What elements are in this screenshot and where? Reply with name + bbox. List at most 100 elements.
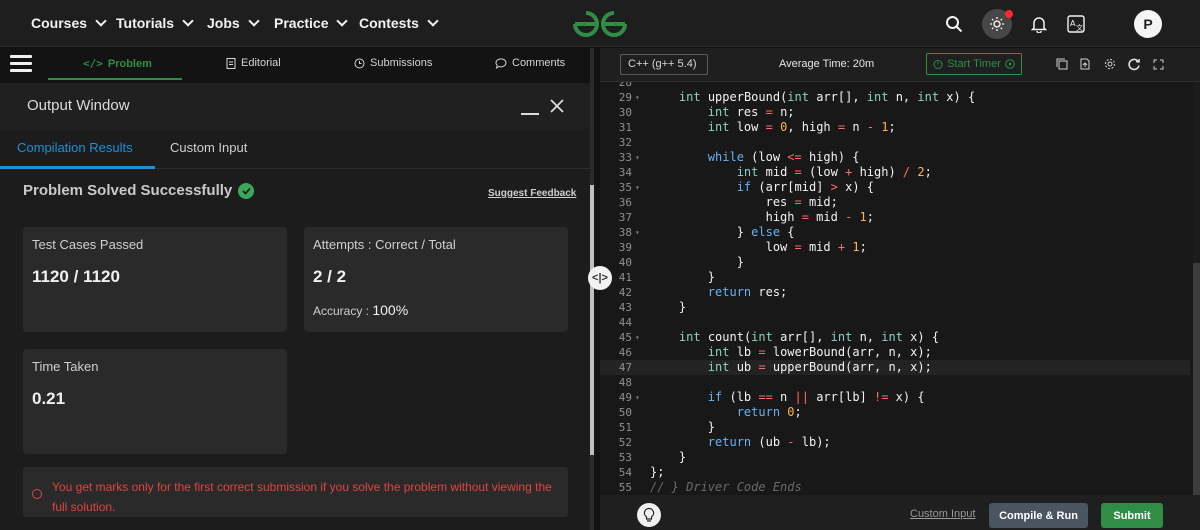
code-line[interactable]: 37 high = mid - 1;: [600, 210, 1190, 225]
test-cases-value: 1120 / 1120: [32, 267, 120, 286]
translate-icon[interactable]: A文: [1063, 11, 1089, 37]
code-line[interactable]: 52 return (ub - lb);: [600, 435, 1190, 450]
code-line[interactable]: 54};: [600, 465, 1190, 480]
code-text: }: [650, 270, 716, 284]
code-line[interactable]: 47 int ub = upperBound(arr, n, x);: [600, 360, 1190, 375]
chevron-down-icon: [427, 15, 439, 27]
fold-arrow-icon[interactable]: ▾: [635, 330, 640, 345]
code-text: };: [650, 465, 665, 479]
line-number: 53: [618, 451, 632, 464]
lightbulb-icon[interactable]: [637, 503, 661, 527]
code-line[interactable]: 35 ▾ if (arr[mid] > x) {: [600, 180, 1190, 195]
close-icon[interactable]: [548, 97, 566, 115]
top-navigation: Courses Tutorials Jobs Practice Contests…: [0, 0, 1200, 47]
code-line[interactable]: 30 int res = n;: [600, 105, 1190, 120]
nav-courses[interactable]: Courses: [31, 15, 107, 31]
code-line[interactable]: 31 int low = 0, high = n - 1;: [600, 120, 1190, 135]
code-line[interactable]: 41 }: [600, 270, 1190, 285]
tab-custom-input[interactable]: Custom Input: [170, 140, 247, 155]
fold-arrow-icon[interactable]: ▾: [635, 150, 640, 165]
attempts-card: Attempts : Correct / Total 2 / 2 Accurac…: [304, 227, 568, 332]
code-line[interactable]: 53 }: [600, 450, 1190, 465]
fold-arrow-icon[interactable]: ▾: [635, 180, 640, 195]
nav-tutorials[interactable]: Tutorials: [116, 15, 194, 31]
code-line[interactable]: 51 }: [600, 420, 1190, 435]
code-line[interactable]: 38 ▾ } else {: [600, 225, 1190, 240]
tab-submissions[interactable]: Submissions: [354, 57, 432, 69]
editor-toolbar: C++ (g++ 5.4) Average Time: 20m Start Ti…: [600, 48, 1200, 82]
nav-jobs-label: Jobs: [207, 15, 240, 31]
copy-icon[interactable]: [1055, 57, 1069, 71]
menu-icon[interactable]: [10, 55, 32, 73]
custom-input-link[interactable]: Custom Input: [910, 508, 975, 520]
code-line[interactable]: 39 low = mid + 1;: [600, 240, 1190, 255]
code-line[interactable]: 50 return 0;: [600, 405, 1190, 420]
suggest-feedback-link[interactable]: Suggest Feedback: [488, 188, 576, 199]
fullscreen-icon[interactable]: [1151, 57, 1165, 71]
tab-editorial-label: Editorial: [241, 57, 281, 69]
minimize-icon[interactable]: [521, 113, 539, 115]
submit-button[interactable]: Submit: [1101, 503, 1163, 528]
code-text: }: [650, 300, 687, 314]
code-line[interactable]: 48: [600, 375, 1190, 390]
code-line[interactable]: 33 ▾ while (low <= high) {: [600, 150, 1190, 165]
document-icon: [226, 57, 236, 69]
code-text: int mid = (low + high) / 2;: [736, 165, 932, 179]
tab-compilation-results[interactable]: Compilation Results: [17, 140, 133, 155]
tab-editorial[interactable]: Editorial: [226, 57, 281, 69]
code-line[interactable]: 44: [600, 315, 1190, 330]
chevron-down-icon: [336, 15, 349, 27]
upload-icon[interactable]: [1078, 57, 1092, 71]
reset-icon[interactable]: [1127, 57, 1141, 71]
language-select[interactable]: C++ (g++ 5.4): [620, 54, 708, 75]
code-line[interactable]: 55 // } Driver Code Ends: [600, 480, 1190, 495]
tab-problem[interactable]: </> Problem: [83, 57, 152, 70]
code-line[interactable]: 40 }: [600, 255, 1190, 270]
code-text: int low = 0, high = n - 1;: [707, 120, 896, 134]
code-line[interactable]: 45 ▾ int count(int arr[], int n, int x) {: [600, 330, 1190, 345]
attempts-label: Attempts : Correct / Total: [313, 237, 456, 252]
code-line[interactable]: 29 ▾ int upperBound(int arr[], int n, int…: [600, 90, 1190, 105]
nav-jobs[interactable]: Jobs: [207, 15, 260, 31]
code-text: res = mid;: [650, 195, 838, 209]
output-window-header: Output Window: [0, 83, 590, 129]
code-line[interactable]: 42 return res;: [600, 285, 1190, 300]
nav-practice-label: Practice: [274, 15, 329, 31]
output-scrollbar-thumb[interactable]: [590, 185, 594, 455]
avatar[interactable]: P: [1134, 10, 1162, 38]
average-time: Average Time: 20m: [779, 58, 875, 70]
avatar-initial: P: [1143, 16, 1153, 32]
theme-toggle-button[interactable]: [982, 9, 1013, 39]
check-circle-icon: [238, 182, 255, 199]
code-editor[interactable]: 28 29 ▾ int upperBound(int arr[], int n, i…: [600, 82, 1200, 495]
start-timer-button[interactable]: Start Timer: [926, 53, 1022, 75]
output-window-title: Output Window: [27, 97, 130, 114]
code-line[interactable]: 43 }: [600, 300, 1190, 315]
code-text: }: [650, 450, 687, 464]
editor-scrollbar-thumb[interactable]: [1193, 263, 1200, 495]
fold-arrow-icon[interactable]: ▾: [635, 90, 640, 105]
fold-arrow-icon[interactable]: ▾: [635, 390, 640, 405]
code-line[interactable]: 28: [600, 82, 1190, 90]
bell-icon[interactable]: [1026, 11, 1052, 37]
line-number: 35: [618, 181, 632, 194]
comment-icon: [495, 57, 507, 69]
code-line[interactable]: 36 res = mid;: [600, 195, 1190, 210]
time-taken-label: Time Taken: [32, 359, 99, 374]
nav-practice[interactable]: Practice: [274, 15, 349, 31]
settings-icon[interactable]: [1103, 57, 1117, 71]
gfg-logo[interactable]: [571, 8, 629, 40]
tab-comments[interactable]: Comments: [495, 57, 565, 69]
fold-arrow-icon[interactable]: ▾: [635, 225, 640, 240]
code-line[interactable]: 46 int lb = lowerBound(arr, n, x);: [600, 345, 1190, 360]
code-line[interactable]: 34 int mid = (low + high) / 2;: [600, 165, 1190, 180]
search-icon[interactable]: [941, 11, 967, 37]
resize-handle[interactable]: <|>: [588, 266, 612, 290]
code-line[interactable]: 32: [600, 135, 1190, 150]
compile-run-button[interactable]: Compile & Run: [989, 503, 1088, 528]
sun-icon: [990, 17, 1004, 31]
nav-contests[interactable]: Contests: [359, 15, 439, 31]
result-status-text: Problem Solved Successfully: [23, 182, 233, 199]
code-line[interactable]: 49 ▾ if (lb == n || arr[lb] != x) {: [600, 390, 1190, 405]
split-arrows-icon: <|>: [592, 272, 608, 284]
